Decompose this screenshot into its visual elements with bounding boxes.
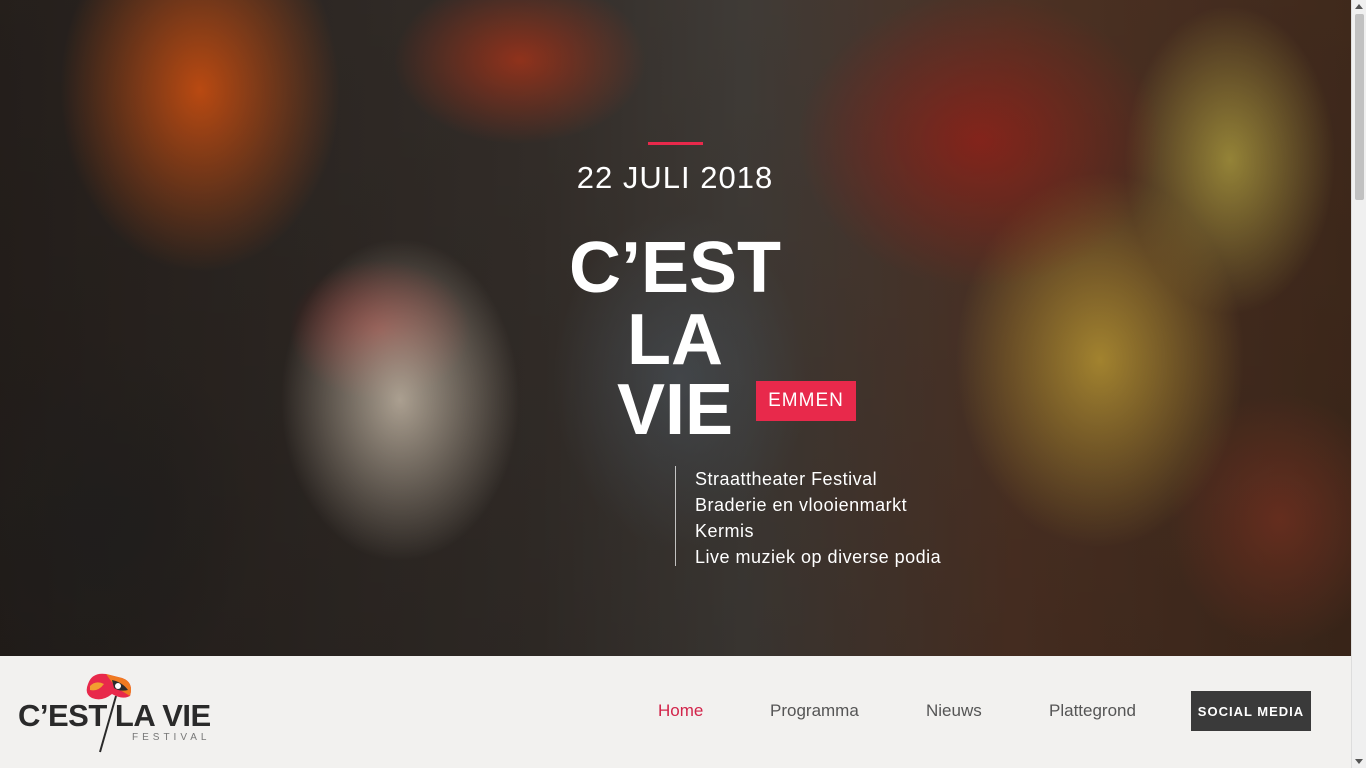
page-scrollbar[interactable] — [1351, 0, 1366, 768]
feature-item: Braderie en vlooienmarkt — [695, 495, 908, 515]
city-badge: EMMEN — [756, 381, 856, 421]
main-navbar: C’EST LA VIE FESTIVAL Home Programma Nie… — [0, 656, 1351, 768]
feature-item: Straattheater Festival — [695, 469, 878, 489]
feature-item: Kermis — [695, 521, 755, 541]
hero-banner: 22 JULI 2018 C’EST LA VIE EMMEN Straatth… — [0, 0, 1351, 656]
feature-list: Straattheater Festival Braderie en vlooi… — [675, 466, 941, 567]
social-media-button[interactable]: SOCIAL MEDIA — [1191, 691, 1311, 731]
hero-title-line-2: LA — [627, 300, 723, 380]
scroll-thumb[interactable] — [1355, 14, 1364, 200]
hero-content: 22 JULI 2018 C’EST LA VIE EMMEN Straatth… — [0, 0, 1351, 656]
scroll-down-icon[interactable] — [1355, 759, 1363, 764]
hero-title-line-1: C’EST — [568, 228, 782, 308]
logo-subtitle: FESTIVAL — [132, 732, 211, 743]
accent-divider — [648, 142, 703, 145]
nav-item-programma[interactable]: Programma — [770, 701, 859, 721]
logo-text: C’EST LA VIE — [18, 698, 211, 733]
site-logo[interactable]: C’EST LA VIE FESTIVAL — [18, 670, 248, 760]
nav-item-nieuws[interactable]: Nieuws — [926, 701, 982, 721]
feature-item: Live muziek op diverse podia — [695, 547, 942, 567]
event-date: 22 JULI 2018 — [576, 160, 774, 195]
nav-item-home[interactable]: Home — [658, 701, 703, 721]
scroll-up-icon[interactable] — [1355, 4, 1363, 9]
nav-item-plattegrond[interactable]: Plattegrond — [1049, 701, 1136, 721]
